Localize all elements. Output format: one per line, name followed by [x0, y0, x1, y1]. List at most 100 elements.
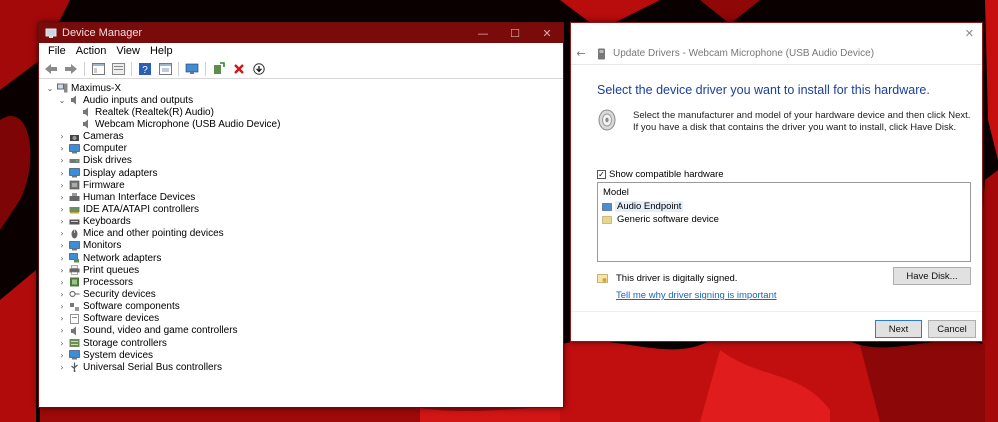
expand-chevron-icon[interactable]: ›	[57, 363, 67, 372]
tree-category-label: Display adapters	[83, 167, 158, 179]
expand-chevron-icon[interactable]: ›	[57, 169, 67, 178]
maximize-button[interactable]: ☐	[499, 23, 531, 43]
back-arrow-icon[interactable]: ←	[571, 47, 591, 60]
tree-category-display-adapters[interactable]: › Display adapters	[39, 167, 563, 179]
update-drivers-titlebar[interactable]: ✕	[571, 23, 982, 43]
tree-category-disk-drives[interactable]: › Disk drives	[39, 155, 563, 167]
cancel-button[interactable]: Cancel	[928, 320, 976, 338]
expand-chevron-icon[interactable]: ›	[57, 302, 67, 311]
tree-category-label: Computer	[83, 143, 127, 155]
device-tree: ⌄ Maximus-X ⌄ Audio inputs and outputs R…	[39, 80, 563, 407]
checkbox-box[interactable]: ✓	[597, 170, 606, 179]
expand-chevron-icon[interactable]: ›	[57, 217, 67, 226]
tree-category-processors[interactable]: › Processors	[39, 276, 563, 288]
expand-chevron-icon[interactable]: ›	[57, 132, 67, 141]
tree-category-keyboards[interactable]: › Keyboards	[39, 216, 563, 228]
update-driver-icon[interactable]	[251, 61, 267, 77]
model-item-generic-software-device[interactable]: Generic software device	[598, 213, 970, 226]
hid-icon	[69, 193, 80, 202]
expand-chevron-icon[interactable]: ›	[57, 339, 67, 348]
help-icon[interactable]: ?	[137, 61, 153, 77]
display-adapter-icon	[69, 168, 80, 178]
expand-chevron-icon[interactable]: ›	[57, 241, 67, 250]
tree-category-storage-controllers[interactable]: › Storage controllers	[39, 337, 563, 349]
next-button[interactable]: Next	[875, 320, 922, 338]
tree-category-computer[interactable]: › Computer	[39, 143, 563, 155]
minimize-button[interactable]: —	[467, 23, 499, 43]
menu-action[interactable]: Action	[71, 45, 112, 57]
menu-view[interactable]: View	[111, 45, 145, 57]
window-title: Device Manager	[62, 27, 143, 39]
tree-category-security-devices[interactable]: › Security devices	[39, 288, 563, 300]
view-icon[interactable]	[157, 61, 173, 77]
software-device-icon	[70, 313, 79, 324]
tree-category-network-adapters[interactable]: › Network adapters	[39, 252, 563, 264]
expand-chevron-icon[interactable]: ›	[57, 266, 67, 275]
expand-chevron-icon[interactable]: ›	[57, 254, 67, 263]
model-item-audio-endpoint[interactable]: Audio Endpoint	[598, 200, 970, 213]
uninstall-x-icon[interactable]	[231, 61, 247, 77]
tree-category-system-devices[interactable]: › System devices	[39, 349, 563, 361]
expand-chevron-icon[interactable]: ›	[57, 326, 67, 335]
collapse-chevron-icon[interactable]: ⌄	[57, 96, 67, 105]
expand-chevron-icon[interactable]: ›	[57, 181, 67, 190]
tree-category-label: Software devices	[83, 313, 160, 325]
add-driver-icon[interactable]	[211, 61, 227, 77]
monitor-scan-icon[interactable]	[184, 61, 200, 77]
tree-category-audio[interactable]: ⌄ Audio inputs and outputs	[39, 94, 563, 106]
tree-category-software-devices[interactable]: › Software devices	[39, 313, 563, 325]
forward-arrow-icon[interactable]	[63, 61, 79, 77]
tree-category-hid[interactable]: › Human Interface Devices	[39, 191, 563, 203]
have-disk-button[interactable]: Have Disk...	[893, 267, 971, 285]
properties-pane-icon[interactable]	[90, 61, 106, 77]
tree-category-print-queues[interactable]: › Print queues	[39, 264, 563, 276]
computer-root-icon	[57, 83, 68, 93]
toolbar-separator	[131, 61, 132, 76]
show-hidden-icon[interactable]	[110, 61, 126, 77]
tree-category-cameras[interactable]: › Cameras	[39, 131, 563, 143]
expand-chevron-icon[interactable]: ›	[57, 290, 67, 299]
back-arrow-icon[interactable]	[43, 61, 59, 77]
tree-category-label: Cameras	[83, 131, 124, 143]
device-manager-window: Device Manager — ☐ ✕ File Action View He…	[38, 22, 564, 408]
expand-chevron-icon[interactable]: ›	[57, 205, 67, 214]
collapse-chevron-icon[interactable]: ⌄	[45, 84, 55, 93]
expand-chevron-icon[interactable]: ›	[57, 314, 67, 323]
signed-text: This driver is digitally signed.	[616, 273, 738, 284]
menu-file[interactable]: File	[43, 45, 71, 57]
show-compatible-checkbox[interactable]: ✓ Show compatible hardware	[597, 169, 724, 180]
tree-category-mice[interactable]: › Mice and other pointing devices	[39, 228, 563, 240]
tree-category-software-components[interactable]: › Software components	[39, 301, 563, 313]
usb-icon	[71, 362, 78, 373]
expand-chevron-icon[interactable]: ›	[57, 278, 67, 287]
device-manager-titlebar[interactable]: Device Manager — ☐ ✕	[39, 23, 563, 43]
tree-category-label: Disk drives	[83, 155, 132, 167]
model-item-label: Generic software device	[617, 214, 719, 225]
model-column-header: Model	[603, 187, 629, 198]
menu-help[interactable]: Help	[145, 45, 178, 57]
firmware-chip-icon	[69, 180, 80, 190]
tree-category-label: Monitors	[83, 240, 122, 252]
close-button[interactable]: ✕	[531, 23, 563, 43]
tree-category-ide[interactable]: › IDE ATA/ATAPI controllers	[39, 203, 563, 215]
tree-category-sound-video[interactable]: › Sound, video and game controllers	[39, 325, 563, 337]
tree-category-label: Mice and other pointing devices	[83, 228, 224, 240]
expand-chevron-icon[interactable]: ›	[57, 156, 67, 165]
tree-category-firmware[interactable]: › Firmware	[39, 179, 563, 191]
tree-category-label: Firmware	[83, 179, 125, 191]
tree-root[interactable]: ⌄ Maximus-X	[39, 82, 563, 94]
expand-chevron-icon[interactable]: ›	[57, 144, 67, 153]
expand-chevron-icon[interactable]: ›	[57, 193, 67, 202]
expand-chevron-icon[interactable]: ›	[57, 229, 67, 238]
driver-signing-link[interactable]: Tell me why driver signing is important	[616, 290, 777, 301]
tree-category-monitors[interactable]: › Monitors	[39, 240, 563, 252]
expand-chevron-icon[interactable]: ›	[57, 351, 67, 360]
tree-device-realtek[interactable]: Realtek (Realtek(R) Audio)	[39, 106, 563, 118]
tree-category-label: Audio inputs and outputs	[83, 94, 194, 106]
tree-category-label: Universal Serial Bus controllers	[83, 361, 222, 373]
tree-device-webcam-microphone[interactable]: Webcam Microphone (USB Audio Device)	[39, 118, 563, 130]
tree-category-usb-controllers[interactable]: › Universal Serial Bus controllers	[39, 361, 563, 373]
close-button[interactable]: ✕	[965, 27, 974, 40]
monitor-icon	[69, 241, 80, 251]
speaker-icon	[71, 326, 76, 336]
